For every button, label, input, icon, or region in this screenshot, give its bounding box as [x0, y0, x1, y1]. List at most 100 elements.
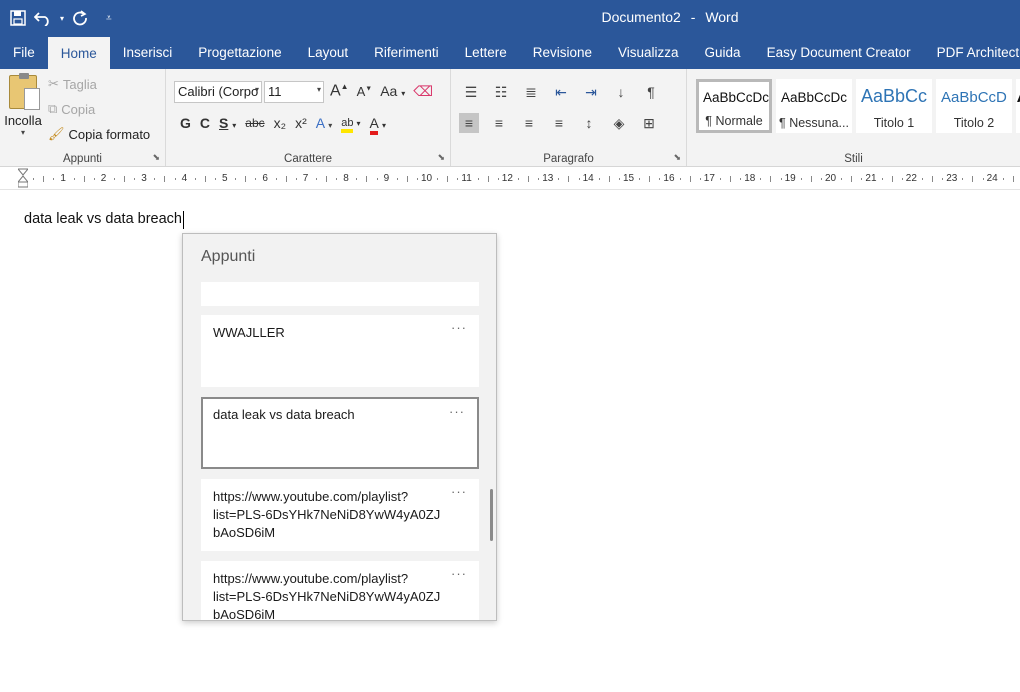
font-name-combobox[interactable]: Calibri (Corpo ▾ [174, 81, 262, 103]
ruler-tick [689, 176, 691, 182]
ruler-number: 7 [302, 173, 309, 184]
change-case-icon[interactable]: Aa ▾ [380, 83, 405, 99]
font-size-value: 11 [268, 84, 282, 99]
grow-font-icon[interactable]: A▲ [330, 82, 349, 100]
font-color-icon[interactable]: A ▾ [369, 115, 386, 135]
ruler-tick [699, 178, 701, 180]
more-options-icon[interactable]: ··· [449, 403, 465, 421]
font-size-dropdown-icon[interactable]: ▾ [317, 85, 321, 94]
tab-pdf-architect[interactable]: PDF Architect 7 Cre [924, 36, 1020, 69]
ruler-tick [578, 178, 580, 180]
style-heading-2[interactable]: AaBbCcD Titolo 2 [936, 79, 1012, 133]
ruler-tick [538, 178, 540, 180]
document-body-text[interactable]: data leak vs data breach [24, 211, 182, 227]
numbering-icon[interactable]: ☷ [491, 82, 511, 102]
ruler-tick [124, 176, 125, 182]
shading-icon[interactable]: ◈ [609, 113, 629, 133]
italic-icon[interactable]: C [200, 115, 210, 131]
tab-easy-document-creator[interactable]: Easy Document Creator [754, 36, 924, 69]
text-effects-icon[interactable]: A ▾ [316, 115, 332, 131]
indent-marker-icon[interactable] [16, 168, 30, 188]
format-painter-button[interactable]: 🖌 Copia formato [48, 126, 150, 142]
style-no-spacing[interactable]: AaBbCcDc ¶ Nessuna... [776, 79, 852, 133]
ruler-tick [275, 178, 277, 180]
clipboard-panel-title: Appunti [201, 248, 256, 265]
clipboard-item[interactable]: data leak vs data breach ··· [201, 397, 479, 469]
bold-icon[interactable]: G [180, 115, 191, 131]
superscript-icon[interactable]: x² [295, 115, 307, 131]
font-name-dropdown-icon[interactable]: ▾ [255, 85, 259, 94]
paste-button[interactable]: Incolla ▾ [4, 73, 42, 137]
clipboard-item[interactable]: WWAJLLER ··· [201, 315, 479, 387]
ruler-tick [841, 178, 843, 180]
tab-layout[interactable]: Layout [295, 36, 362, 69]
clipboard-launcher-icon[interactable]: ⬊ [152, 152, 160, 163]
strikethrough-icon[interactable]: abc [245, 116, 264, 130]
subscript-icon[interactable]: x₂ [274, 115, 286, 131]
cut-button[interactable]: ✂ Taglia [48, 76, 97, 92]
style-heading-1[interactable]: AaBbCc Titolo 1 [856, 79, 932, 133]
more-options-icon[interactable]: ··· [451, 483, 467, 501]
tab-guida[interactable]: Guida [692, 36, 754, 69]
sort-icon[interactable]: ↓ [611, 82, 631, 102]
align-left-icon[interactable]: ≡ [459, 113, 479, 133]
ruler-number: 8 [343, 173, 349, 184]
more-options-icon[interactable]: ··· [451, 565, 467, 583]
ruler-number: 18 [744, 173, 756, 184]
tab-home[interactable]: Home [47, 37, 110, 69]
paste-dropdown-icon[interactable]: ▾ [21, 128, 25, 137]
underline-icon[interactable]: S ▾ [219, 115, 236, 131]
clipboard-item[interactable] [201, 282, 479, 306]
increase-indent-icon[interactable]: ⇥ [581, 82, 601, 102]
tab-visualizza[interactable]: Visualizza [605, 36, 692, 69]
style-title[interactable]: A [1016, 79, 1020, 133]
more-options-icon[interactable]: ··· [451, 319, 467, 337]
ruler-number: 16 [663, 173, 675, 184]
tab-inserisci[interactable]: Inserisci [110, 36, 186, 69]
justify-icon[interactable]: ≡ [549, 113, 569, 133]
horizontal-ruler: 1 2 3 4 5 6 7 8 9 10 11 12 13 14 15 16 17 18 19 20 21 22 23 24 [0, 168, 1020, 190]
ribbon: Incolla ▾ ✂ Taglia ⧉ Copia 🖌 Copia forma… [0, 69, 1020, 167]
clipboard-scrollbar[interactable] [490, 489, 493, 541]
ruler-tick [517, 178, 519, 180]
ruler-tick [942, 178, 944, 180]
ruler-tick [245, 176, 247, 182]
show-formatting-icon[interactable]: ¶ [641, 82, 661, 102]
clipboard-item[interactable]: https://www.youtube.com/playlist? list=P… [201, 561, 479, 621]
clear-formatting-icon[interactable]: ⌫ [413, 83, 433, 100]
font-launcher-icon[interactable]: ⬊ [437, 152, 445, 163]
ruler-tick [164, 176, 166, 182]
ruler-tick [921, 178, 923, 180]
clipboard-item-text: https://www.youtube.com/playlist? list=P… [213, 571, 441, 621]
paragraph-launcher-icon[interactable]: ⬊ [673, 152, 681, 163]
ruler-tick [780, 178, 782, 180]
group-label-clipboard: Appunti [62, 153, 102, 165]
clipboard-item[interactable]: https://www.youtube.com/playlist? list=P… [201, 479, 479, 551]
ruler-number: 12 [501, 173, 513, 184]
ruler-tick [800, 178, 802, 180]
tab-file[interactable]: File [0, 36, 48, 69]
tab-lettere[interactable]: Lettere [452, 36, 520, 69]
ruler-tick [649, 176, 651, 182]
decrease-indent-icon[interactable]: ⇤ [551, 82, 571, 102]
shrink-font-icon[interactable]: A▼ [357, 84, 373, 99]
font-size-combobox[interactable]: 11 ▾ [264, 81, 324, 103]
tab-progettazione[interactable]: Progettazione [185, 36, 294, 69]
ruler-tick [558, 178, 560, 180]
tab-riferimenti[interactable]: Riferimenti [361, 36, 452, 69]
line-spacing-icon[interactable]: ↕ [579, 113, 599, 133]
ruler-number: 14 [582, 173, 594, 184]
tab-revisione[interactable]: Revisione [520, 36, 605, 69]
multilevel-list-icon[interactable]: ≣ [521, 82, 541, 102]
ruler-number: 4 [181, 173, 188, 184]
group-label-paragraph: Paragrafo [543, 153, 594, 165]
ruler-tick [568, 176, 570, 182]
style-normal[interactable]: AaBbCcDc ¶ Normale [696, 79, 772, 133]
highlight-icon[interactable]: ab ▾ [341, 117, 361, 133]
align-right-icon[interactable]: ≡ [519, 113, 539, 133]
bullets-icon[interactable]: ☰ [461, 82, 481, 102]
copy-button[interactable]: ⧉ Copia [48, 101, 95, 117]
align-center-icon[interactable]: ≡ [489, 113, 509, 133]
ruler-tick [295, 178, 297, 180]
borders-icon[interactable]: ⊞ [639, 113, 659, 133]
